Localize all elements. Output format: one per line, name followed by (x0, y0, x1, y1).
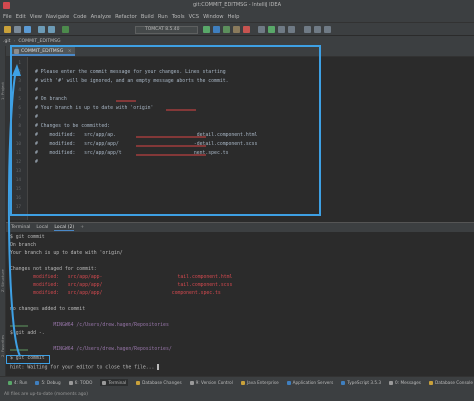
terminal-line-text: hint: Waiting for your editor to close t… (10, 365, 155, 371)
redaction-mark (10, 349, 28, 351)
tool-typescript[interactable]: TypeScript 3.5.3 (341, 380, 381, 385)
server-icon (286, 380, 291, 385)
window-title: git:COMMIT_EDITMSG - IntelliJ IDEA (193, 2, 281, 8)
tab-local[interactable]: Local (36, 225, 48, 230)
terminal-line: Your branch is up to date with 'origin/ (10, 251, 123, 256)
console-icon (429, 380, 433, 385)
sync-icon[interactable] (24, 26, 31, 33)
tool-todo[interactable]: 6: TODO (68, 380, 93, 385)
terminal-line: modified: src/app/app- tail.component.ht… (10, 275, 233, 280)
tool-terminal[interactable]: Terminal (100, 379, 129, 386)
forward-icon[interactable] (48, 26, 55, 33)
terminal-line: On branch (10, 243, 36, 248)
menu-view[interactable]: View (30, 14, 42, 20)
terminal-cursor (157, 364, 160, 370)
menu-edit[interactable]: Edit (16, 14, 26, 20)
tool-debug[interactable]: 5: Debug (35, 380, 61, 385)
tool-database-console[interactable]: Database Console (429, 380, 473, 385)
terminal-line: modified: src/app/app/ tail.component.sc… (10, 283, 233, 288)
typescript-icon (341, 380, 346, 385)
breadcrumb-item-git[interactable]: .git (3, 39, 10, 44)
vcs-icon (189, 380, 194, 385)
messages-icon (389, 380, 394, 385)
menu-run[interactable]: Run (158, 14, 168, 20)
redaction-mark (10, 325, 28, 327)
tool-version-control[interactable]: 9: Version Control (189, 380, 233, 385)
title-bar: git:COMMIT_EDITMSG - IntelliJ IDEA (0, 0, 474, 11)
open-folder-icon[interactable] (4, 26, 11, 33)
tool-java-enterprise[interactable]: Java Enterprise (240, 380, 279, 385)
terminal-line: modified: src/app/app/ component.spec.ts (10, 291, 221, 296)
tool-typescript-label: TypeScript 3.5.3 (347, 380, 382, 385)
terminal-line: $ git commit (10, 235, 45, 240)
debug-icon[interactable] (213, 26, 220, 33)
database-icon (136, 380, 141, 385)
tool-java-enterprise-label: Java Enterprise (246, 380, 279, 385)
java-icon (240, 380, 245, 385)
tool-database-changes[interactable]: Database Changes (136, 380, 182, 385)
terminal-icon (102, 380, 107, 385)
todo-icon (68, 380, 73, 385)
terminal-line: Changes not staged for commit: (10, 267, 97, 272)
settings-icon[interactable] (304, 26, 311, 33)
build-icon[interactable] (62, 26, 69, 33)
tool-messages[interactable]: 0: Messages (389, 380, 421, 385)
coverage-icon[interactable] (223, 26, 230, 33)
tool-version-control-label: 9: Version Control (195, 380, 233, 385)
terminal-line: MINGW64 /c/Users/drew.hagen/Repositories… (10, 347, 172, 352)
menu-build[interactable]: Build (141, 14, 154, 20)
menu-refactor[interactable]: Refactor (115, 14, 137, 20)
vcs-update-icon[interactable] (258, 26, 265, 33)
back-icon[interactable] (38, 26, 45, 33)
tool-todo-label: 6: TODO (74, 380, 93, 385)
vcs-commit-icon[interactable] (268, 26, 275, 33)
search-everywhere-icon[interactable] (324, 26, 331, 33)
tool-run-label: 4: Run (14, 380, 28, 385)
menu-vcs[interactable]: VCS (189, 14, 199, 20)
tool-messages-label: 0: Messages (395, 380, 421, 385)
breadcrumb-separator-icon: › (13, 38, 16, 44)
breadcrumb-item-file[interactable]: COMMIT_EDITMSG (18, 39, 60, 44)
terminal-header: Terminal Local Local (2) + (6, 222, 474, 232)
tool-debug-label: 5: Debug (41, 380, 61, 385)
tool-run[interactable]: 4: Run (8, 380, 27, 385)
menu-navigate[interactable]: Navigate (46, 14, 69, 20)
stop-icon[interactable] (243, 26, 250, 33)
run-icon (8, 380, 12, 385)
menu-tools[interactable]: Tools (172, 14, 185, 20)
add-terminal-icon[interactable]: + (80, 225, 84, 230)
terminal-title: Terminal (11, 225, 31, 230)
annotation-highlight-editor (10, 45, 321, 216)
menu-bar: File Edit View Navigate Code Analyze Ref… (0, 11, 474, 22)
menu-analyze[interactable]: Analyze (91, 14, 111, 20)
status-bar: All files are up-to-date (moments ago) (0, 388, 474, 401)
terminal-line: hint: Waiting for your editor to close t… (10, 364, 160, 371)
profile-icon[interactable] (233, 26, 240, 33)
menu-code[interactable]: Code (73, 14, 86, 20)
history-icon[interactable] (278, 26, 285, 33)
tool-window-bar: 4: Run 5: Debug 6: TODO Terminal Databas… (0, 376, 474, 388)
menu-help[interactable]: Help (228, 14, 240, 20)
main-toolbar: TOMCAT 8.5.40 (0, 22, 474, 36)
terminal-line: MINGW64 /c/Users/drew.hagen/Repositories (10, 323, 169, 328)
revert-icon[interactable] (288, 26, 295, 33)
tab-local-2[interactable]: Local (2) (54, 225, 75, 231)
status-message: All files are up-to-date (moments ago) (4, 392, 88, 397)
debug-icon (35, 380, 40, 385)
tool-terminal-label: Terminal (108, 380, 127, 385)
tool-database-changes-label: Database Changes (142, 380, 182, 385)
tool-application-servers[interactable]: Application Servers (286, 380, 334, 385)
terminal-line: no changes added to commit (10, 307, 86, 312)
menu-file[interactable]: File (3, 14, 12, 20)
run-icon[interactable] (203, 26, 210, 33)
terminal-output[interactable]: $ git commit On branch Your branch is up… (6, 232, 474, 376)
menu-window[interactable]: Window (203, 14, 223, 20)
project-structure-icon[interactable] (314, 26, 321, 33)
run-configuration-select[interactable]: TOMCAT 8.5.40 (135, 26, 198, 34)
tool-application-servers-label: Application Servers (292, 380, 334, 385)
terminal-line: $ git add -. (10, 331, 45, 336)
tool-database-console-label: Database Console (435, 380, 473, 385)
annotation-highlight-git-commit (6, 355, 50, 364)
save-all-icon[interactable] (14, 26, 21, 33)
